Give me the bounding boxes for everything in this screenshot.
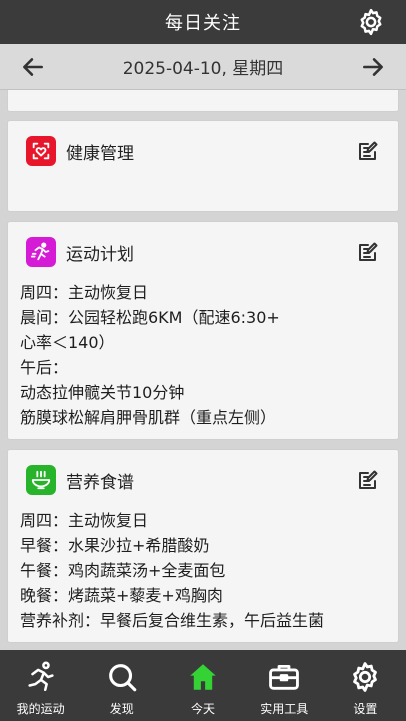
card-title: 营养食谱 xyxy=(66,472,134,493)
nav-today[interactable]: 今天 xyxy=(162,650,243,721)
health-badge xyxy=(26,136,56,166)
edit-icon[interactable] xyxy=(356,240,380,264)
content-line: 周四：主动恢复日 xyxy=(20,511,149,530)
next-day-arrow-icon[interactable] xyxy=(360,54,386,80)
edit-icon[interactable] xyxy=(356,139,380,163)
bottom-navigation: 我的运动 发现 今天 实用工具 设置 xyxy=(0,650,406,721)
card-content: 周四：主动恢复日 早餐：水果沙拉+希腊酸奶 午餐：鸡肉蔬菜汤+全麦面包 晚餐：烤… xyxy=(8,496,398,643)
content-line: 早餐：水果沙拉+希腊酸奶 xyxy=(20,536,210,555)
content-line: 动态拉伸髋关节10分钟 xyxy=(20,383,185,402)
exercise-plan-card: 运动计划 周四：主动恢复日 晨间：公园轻松跑6KM（配速6:30+ 心率＜140… xyxy=(7,221,399,440)
nav-discover[interactable]: 发现 xyxy=(81,650,162,721)
nav-label: 实用工具 xyxy=(260,702,309,716)
page-title: 每日关注 xyxy=(165,13,241,34)
food-bowl-icon xyxy=(31,470,51,490)
nutrition-badge xyxy=(26,465,56,495)
content-line: 筋膜球松解肩胛骨肌群（重点左侧） xyxy=(20,408,277,427)
home-icon xyxy=(190,664,216,690)
card-title: 健康管理 xyxy=(66,143,134,164)
content-line: 心率＜140） xyxy=(20,333,115,352)
toolbox-icon xyxy=(269,664,300,690)
nav-settings[interactable]: 设置 xyxy=(325,650,406,721)
content-line: 晚餐：烤蔬菜+藜麦+鸡胸肉 xyxy=(20,586,223,605)
previous-card xyxy=(7,90,399,112)
exercise-badge xyxy=(26,237,56,267)
previous-day-arrow-icon[interactable] xyxy=(20,54,46,80)
runner-icon xyxy=(30,242,50,261)
nav-label: 设置 xyxy=(353,702,378,716)
health-management-card: 健康管理 xyxy=(7,120,399,212)
nav-label: 今天 xyxy=(191,702,216,716)
gear-icon xyxy=(353,662,378,692)
nav-tools[interactable]: 实用工具 xyxy=(244,650,325,721)
app-header: 每日关注 xyxy=(0,0,406,44)
content-line: 周四：主动恢复日 xyxy=(20,283,149,302)
runner-icon xyxy=(27,661,54,692)
content-line: 午后： xyxy=(20,358,69,377)
nav-label: 发现 xyxy=(109,702,134,716)
card-title: 运动计划 xyxy=(66,244,134,265)
nav-my-sports[interactable]: 我的运动 xyxy=(0,650,81,721)
content-line: 营养补剂：早餐后复合维生素，午后益生菌 xyxy=(20,611,325,630)
edit-icon[interactable] xyxy=(356,468,380,492)
card-content: 周四：主动恢复日 晨间：公园轻松跑6KM（配速6:30+ 心率＜140） 午后：… xyxy=(8,268,398,440)
content-line: 午餐：鸡肉蔬菜汤+全麦面包 xyxy=(20,561,226,580)
search-icon xyxy=(108,664,137,692)
nav-label: 我的运动 xyxy=(16,702,65,716)
content-line: 晨间：公园轻松跑6KM（配速6:30+ xyxy=(20,308,280,327)
heart-monitor-icon xyxy=(32,142,50,160)
settings-gear-icon[interactable] xyxy=(356,7,386,37)
current-date: 2025-04-10, 星期四 xyxy=(122,59,284,79)
content-scroll-area[interactable]: 健康管理 运动计划 周四：主动恢复日 晨间：公园轻松跑6KM（配速6:30+ 心… xyxy=(0,90,406,650)
nutrition-recipe-card: 营养食谱 周四：主动恢复日 早餐：水果沙拉+希腊酸奶 午餐：鸡肉蔬菜汤+全麦面包… xyxy=(7,449,399,643)
date-navigator: 2025-04-10, 星期四 xyxy=(0,44,406,90)
